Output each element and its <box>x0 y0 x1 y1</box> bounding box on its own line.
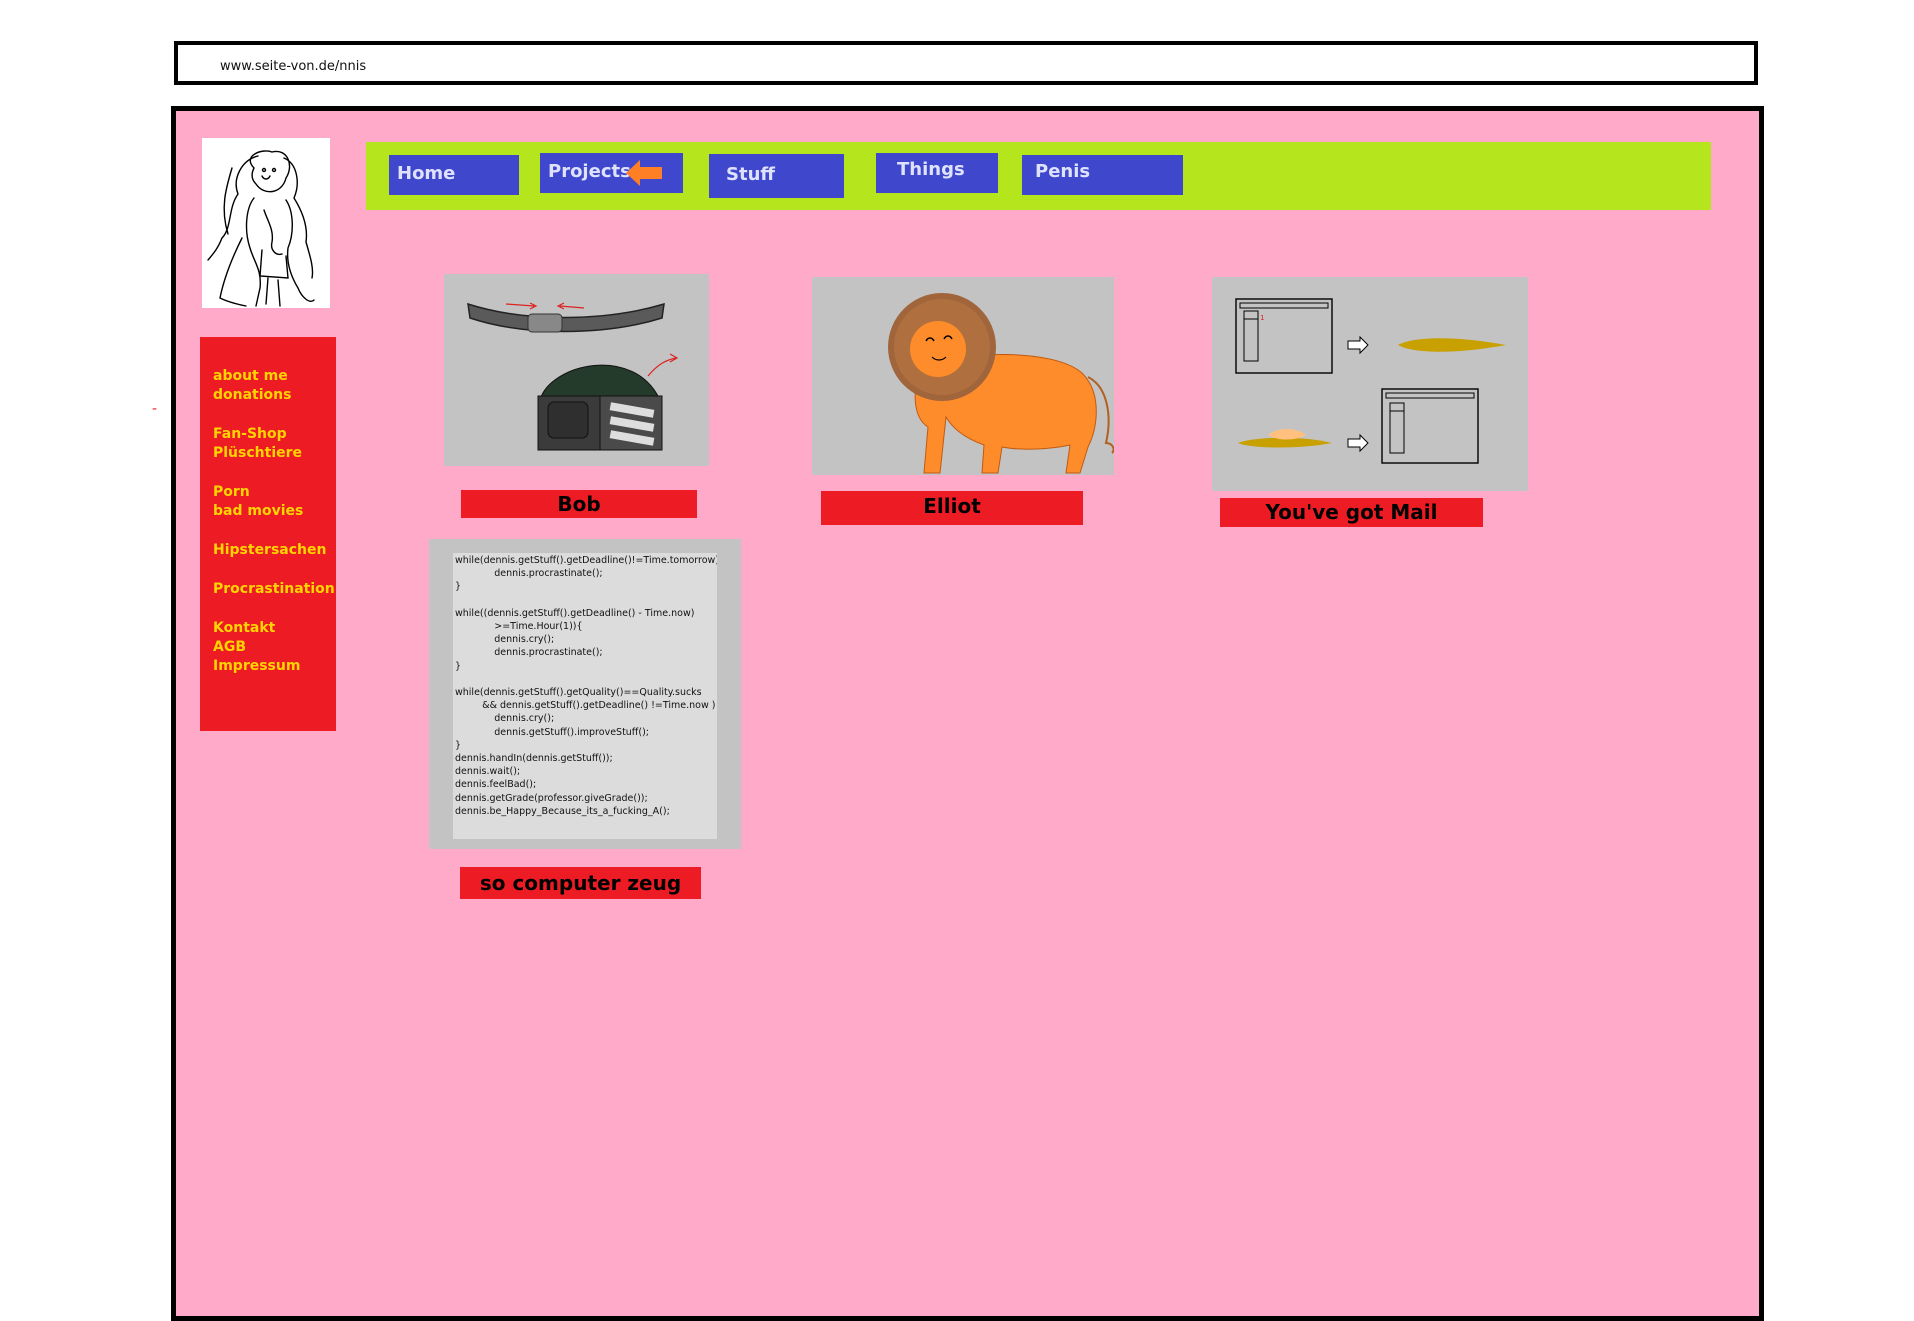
side-nav-porn[interactable]: Porn <box>213 483 250 502</box>
side-nav-about-me[interactable]: about me <box>213 367 288 386</box>
top-nav: Home Projects Stuff Things Penis <box>366 142 1711 210</box>
url-text: www.seite-von.de/nnis <box>220 59 367 74</box>
arrow-left-icon <box>626 160 662 186</box>
code-snippet: while(dennis.getStuff().getDeadline()!=T… <box>453 553 717 839</box>
tab-projects[interactable]: Projects <box>540 153 683 193</box>
project-label-mail[interactable]: You've got Mail <box>1220 498 1483 527</box>
project-image-bob[interactable] <box>444 274 709 466</box>
tab-things[interactable]: Things <box>876 153 998 193</box>
side-nav-plueschtiere[interactable]: Plüschtiere <box>213 444 302 463</box>
side-nav-impressum[interactable]: Impressum <box>213 657 300 676</box>
side-nav-hipstersachen[interactable]: Hipstersachen <box>213 541 326 560</box>
project-image-mail[interactable]: 1 <box>1212 277 1528 491</box>
avatar-drawing <box>207 150 315 307</box>
mail-diagram: 1 <box>1235 298 1506 464</box>
side-nav-agb[interactable]: AGB <box>213 638 246 657</box>
tab-stuff[interactable]: Stuff <box>709 154 844 198</box>
project-image-elliot[interactable] <box>812 277 1115 475</box>
stray-mark: - <box>152 401 158 417</box>
project-label-bob[interactable]: Bob <box>461 490 697 518</box>
side-nav-fan-shop[interactable]: Fan-Shop <box>213 425 287 444</box>
project-image-code[interactable]: while(dennis.getStuff().getDeadline()!=T… <box>429 539 741 849</box>
side-nav-procrastination[interactable]: Procrastination <box>213 580 335 599</box>
side-nav-bad-movies[interactable]: bad movies <box>213 502 303 521</box>
url-bar[interactable]: www.seite-von.de/nnis <box>174 41 1758 85</box>
side-nav-kontakt[interactable]: Kontakt <box>213 619 275 638</box>
page-frame: - about me donations Fan-Shop Plüschtier… <box>152 106 1764 1321</box>
side-nav: about me donations Fan-Shop Plüschtiere … <box>200 337 336 731</box>
project-label-elliot[interactable]: Elliot <box>821 491 1083 525</box>
tab-home[interactable]: Home <box>389 155 519 195</box>
belt-wallet-drawing <box>467 302 679 451</box>
svg-text:1: 1 <box>1260 314 1264 322</box>
lion-drawing <box>888 293 1115 474</box>
avatar <box>202 138 330 308</box>
tab-projects-label: Projects <box>548 161 631 182</box>
project-label-code[interactable]: so computer zeug <box>460 867 701 899</box>
tab-penis[interactable]: Penis <box>1022 155 1183 195</box>
side-nav-donations[interactable]: donations <box>213 386 291 405</box>
